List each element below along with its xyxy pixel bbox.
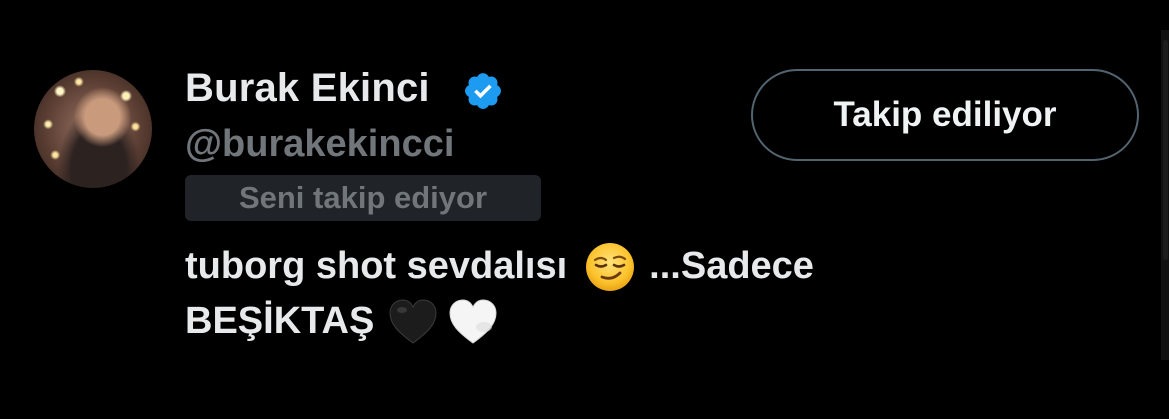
smirking-face-icon	[586, 242, 635, 291]
bio-line-2: BEŞİKTAŞ	[185, 294, 985, 349]
white-heart-icon	[449, 298, 497, 344]
bio-line-1: tuborg shot sevdalısı ...Sadece	[185, 239, 985, 294]
display-name[interactable]: Burak Ekinci	[185, 66, 430, 111]
bio-text-part-1: tuborg shot sevdalısı	[185, 245, 568, 287]
avatar[interactable]	[34, 70, 152, 188]
bio-text-part-2: ...Sadece	[649, 245, 814, 287]
bio: tuborg shot sevdalısı ...Sadece BEŞİKTAŞ	[185, 239, 985, 349]
scrollbar-thumb[interactable]	[1163, 40, 1168, 260]
black-heart-icon	[389, 298, 437, 344]
bio-text-part-3: BEŞİKTAŞ	[185, 300, 375, 342]
follows-you-badge: Seni takip ediyor	[185, 175, 541, 221]
following-button[interactable]: Takip ediliyor	[751, 69, 1139, 161]
username[interactable]: @burakekincci	[185, 123, 454, 166]
verified-badge-icon[interactable]	[462, 70, 504, 112]
